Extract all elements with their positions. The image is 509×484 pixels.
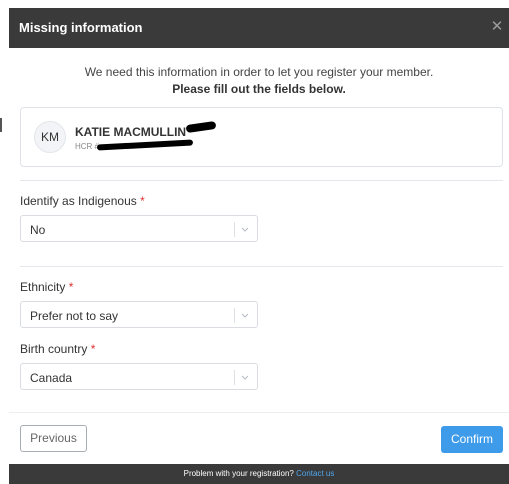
select-separator (234, 308, 235, 323)
indigenous-select-value: No (30, 223, 46, 237)
background-page-edge (0, 0, 7, 484)
birth-country-select[interactable]: Canada (20, 363, 258, 390)
background-page-mark (0, 118, 2, 132)
required-asterisk: * (90, 342, 96, 356)
required-asterisk: * (68, 280, 74, 294)
indigenous-label-text: Identify as Indigenous (20, 194, 137, 208)
intro-instruction: Please fill out the fields below. (172, 82, 346, 96)
help-bar: Problem with your registration? Contact … (9, 464, 509, 484)
member-hcr-number: HCR # (75, 142, 100, 151)
select-separator (234, 222, 235, 237)
intro-line: We need this information in order to let… (84, 65, 434, 79)
redaction-mark-hcr (96, 139, 194, 151)
section-divider (20, 266, 503, 267)
chevron-down-icon (241, 313, 249, 318)
birth-country-select-value: Canada (30, 371, 73, 385)
redaction-mark-name (185, 120, 217, 134)
birth-country-label-text: Birth country (20, 342, 88, 356)
section-divider (20, 180, 503, 181)
footer-divider (9, 412, 509, 413)
ethnicity-select[interactable]: Prefer not to say (20, 301, 258, 328)
intro-message: We need this information in order to let… (9, 64, 509, 98)
confirm-button[interactable]: Confirm (441, 426, 503, 453)
member-name: KATIE MACMULLIN (75, 125, 187, 139)
contact-us-link[interactable]: Contact us (296, 469, 334, 478)
missing-information-dialog: Missing information ✕ We need this infor… (9, 8, 509, 484)
select-separator (234, 370, 235, 385)
indigenous-label: Identify as Indigenous * (20, 194, 145, 208)
dialog-header: Missing information ✕ (9, 8, 509, 48)
previous-button[interactable]: Previous (20, 425, 87, 452)
ethnicity-label: Ethnicity * (20, 280, 73, 294)
chevron-down-icon (241, 227, 249, 232)
close-icon[interactable]: ✕ (489, 19, 505, 35)
dialog-title: Missing information (19, 20, 143, 35)
indigenous-select[interactable]: No (20, 215, 258, 242)
ethnicity-label-text: Ethnicity (20, 280, 66, 294)
member-card: KM KATIE MACMULLIN HCR # (20, 107, 503, 167)
birth-country-label: Birth country * (20, 342, 95, 356)
help-text: Problem with your registration? (183, 469, 294, 478)
ethnicity-select-value: Prefer not to say (30, 309, 119, 323)
required-asterisk: * (140, 194, 145, 208)
avatar: KM (34, 121, 66, 153)
chevron-down-icon (241, 375, 249, 380)
